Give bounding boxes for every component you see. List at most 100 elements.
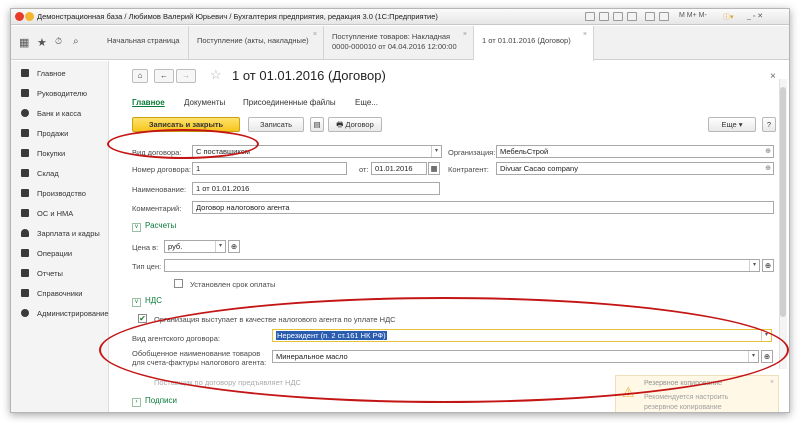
factory-icon	[21, 189, 29, 197]
search-icon[interactable]: ⌕	[73, 36, 79, 47]
close-icon[interactable]: ×	[770, 71, 776, 82]
star-icon[interactable]: ★	[37, 36, 47, 49]
subnav-attached-files[interactable]: Присоединенные файлы	[243, 98, 336, 107]
supplier-vat-label: Поставщик по договору предъявляет НДС	[154, 378, 301, 387]
save-button[interactable]: Записать	[248, 117, 304, 132]
sidebar-item-sales[interactable]: Продажи	[11, 127, 109, 141]
help-button[interactable]: ?	[762, 117, 776, 132]
name-field[interactable]: 1 от 01.01.2016	[192, 182, 440, 195]
app-window: Демонстрационная база / Любимов Валерий …	[10, 8, 790, 413]
tax-agent-checkbox[interactable]: ✔	[138, 314, 147, 323]
app-menu-icon[interactable]	[25, 12, 34, 21]
more-button[interactable]: Еще ▾	[708, 117, 756, 132]
sidebar-item-reports[interactable]: Отчеты	[11, 267, 109, 281]
payment-term-checkbox[interactable]	[174, 279, 183, 288]
history-icon[interactable]	[627, 12, 637, 21]
sidebar-item-production[interactable]: Производство	[11, 187, 109, 201]
open-link-icon[interactable]: ⊕	[228, 240, 240, 253]
sidebar-item-assets[interactable]: ОС и НМА	[11, 207, 109, 221]
sidebar-item-operations[interactable]: Операции	[11, 247, 109, 261]
open-link-icon[interactable]: ⊕	[763, 163, 773, 174]
menu-icon	[21, 69, 29, 77]
grid-icon[interactable]	[585, 12, 595, 21]
chart-icon	[21, 269, 29, 277]
close-icon[interactable]: ×	[770, 379, 774, 386]
chevron-down-icon[interactable]: ▾	[431, 146, 441, 157]
chevron-down-icon[interactable]: ▾	[749, 260, 759, 271]
contract-number-field[interactable]: 1	[192, 162, 347, 175]
counterparty-field[interactable]: Divuar Cacao company ⊕	[496, 162, 774, 175]
open-link-icon[interactable]: ⊕	[762, 259, 774, 272]
window-controls[interactable]: _ ▫ ✕	[747, 12, 763, 20]
agent-contract-type-select[interactable]: Нерезидент (п. 2 ст.161 НК РФ) ▾	[272, 329, 772, 342]
chevron-down-icon[interactable]: ▾	[215, 241, 225, 252]
sidebar-item-admin[interactable]: Администрирование	[11, 307, 109, 321]
warehouse-icon	[21, 169, 29, 177]
close-icon[interactable]: ×	[583, 30, 587, 40]
memory-buttons[interactable]: M M+ M-	[679, 12, 707, 19]
subnav-documents[interactable]: Документы	[184, 98, 225, 107]
counterparty-label: Контрагент:	[448, 165, 489, 174]
subnav-main[interactable]: Главное	[132, 98, 165, 107]
lookup-icon[interactable]	[599, 12, 609, 21]
scrollbar-thumb[interactable]	[780, 87, 786, 317]
forward-button[interactable]: →	[176, 69, 196, 83]
sidebar-item-manager[interactable]: Руководителю	[11, 87, 109, 101]
favorite-star-icon[interactable]: ☆	[210, 67, 222, 83]
calendar-icon[interactable]	[645, 12, 655, 21]
settlements-section[interactable]: v Расчеты	[132, 221, 176, 232]
person-icon	[21, 229, 29, 237]
goods-name-select[interactable]: Минеральное масло ▾	[272, 350, 759, 363]
coin-icon	[21, 109, 29, 117]
price-currency-select[interactable]: руб. ▾	[164, 240, 226, 253]
sidebar-item-payroll[interactable]: Зарплата и кадры	[11, 227, 109, 241]
home-button[interactable]: ⌂	[132, 69, 148, 83]
save-and-close-button[interactable]: Записать и закрыть	[132, 117, 240, 132]
agent-contract-type-value: Нерезидент (п. 2 ст.161 НК РФ)	[276, 331, 387, 340]
chevron-down-icon[interactable]: ▾	[761, 330, 771, 341]
open-link-icon[interactable]: ⊕	[761, 350, 773, 363]
tab-label: Поступление (акты, накладные)	[197, 36, 309, 45]
tab-bar: ▦ ★ ⏱ ⌕ Начальная страница Поступление (…	[11, 26, 789, 61]
contract-print-button[interactable]: 🖶 Договор	[328, 117, 382, 132]
back-button[interactable]: ←	[154, 69, 174, 83]
sidebar-item-warehouse[interactable]: Склад	[11, 167, 109, 181]
info-icon[interactable]: ⓘ▾	[723, 12, 734, 22]
notification-popup[interactable]: ⚠ Резервное копирование Рекомендуется на…	[615, 375, 779, 412]
signatures-section[interactable]: › Подписи	[132, 396, 177, 407]
notification-text: Рекомендуется настроить	[644, 394, 729, 401]
payment-term-label: Установлен срок оплаты	[190, 280, 276, 289]
cart-icon	[21, 149, 29, 157]
tab-receipt-document[interactable]: Поступление товаров: Накладная 0000-0000…	[324, 26, 474, 60]
favorite-icon[interactable]	[613, 12, 623, 21]
report-icon[interactable]: ▤	[310, 117, 324, 132]
sidebar: Главное Руководителю Банк и касса Продаж…	[11, 61, 109, 412]
contract-type-select[interactable]: С поставщиком ▾	[192, 145, 442, 158]
tab-contract[interactable]: 1 от 01.01.2016 (Договор) ×	[474, 26, 594, 61]
comment-field[interactable]: Договор налогового агента	[192, 201, 774, 214]
tax-agent-label: Организация выступает в качестве налогов…	[154, 315, 396, 324]
date-field[interactable]: 01.01.2016	[371, 162, 427, 175]
calendar-icon[interactable]: ▦	[428, 162, 440, 175]
name-label: Наименование:	[132, 185, 187, 194]
close-icon[interactable]: ×	[313, 30, 317, 40]
close-icon[interactable]: ×	[463, 30, 467, 40]
tab-receipts[interactable]: Поступление (акты, накладные) ×	[189, 26, 324, 60]
sidebar-item-purchases[interactable]: Покупки	[11, 147, 109, 161]
notification-text-2: резервное копирование	[644, 404, 722, 411]
chevron-down-icon[interactable]: ▾	[748, 351, 758, 362]
sidebar-item-catalogs[interactable]: Справочники	[11, 287, 109, 301]
sidebar-item-main[interactable]: Главное	[11, 67, 109, 81]
subnav-more[interactable]: Еще...	[355, 98, 378, 107]
apps-grid-icon[interactable]: ▦	[19, 36, 29, 49]
vat-section[interactable]: v НДС	[132, 296, 162, 307]
tab-home[interactable]: Начальная страница	[99, 26, 189, 60]
history-clock-icon[interactable]: ⏱	[55, 36, 62, 47]
sidebar-item-bank[interactable]: Банк и касса	[11, 107, 109, 121]
organization-field[interactable]: МебельСтрой ⊕	[496, 145, 774, 158]
open-link-icon[interactable]: ⊕	[763, 146, 773, 157]
price-type-select[interactable]: ▾	[164, 259, 760, 272]
calculator-icon[interactable]	[659, 12, 669, 21]
tab-label: Поступление товаров: Накладная	[332, 32, 451, 41]
price-currency-value: руб.	[168, 242, 183, 251]
